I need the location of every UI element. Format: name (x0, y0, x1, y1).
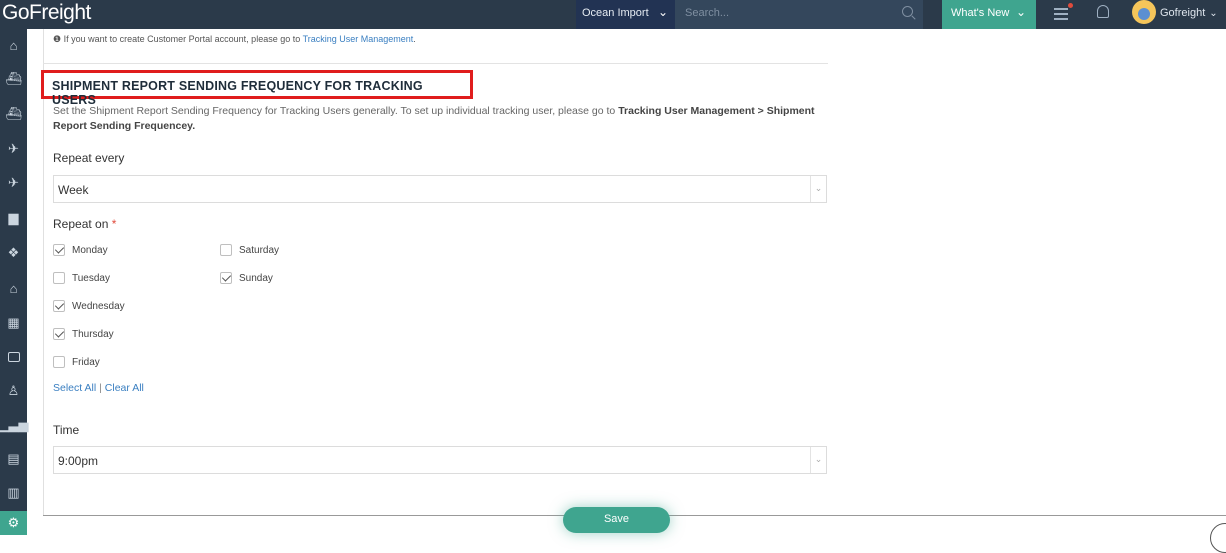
briefcase-icon[interactable] (0, 345, 27, 369)
checkbox-tuesday[interactable]: Tuesday (53, 272, 110, 284)
time-value: 9:00pm (58, 454, 99, 468)
app-logo[interactable]: GoFreight (2, 1, 91, 25)
report-chart-icon[interactable]: ▁▃▅ (0, 413, 29, 437)
document-icon[interactable]: ▤ (0, 447, 27, 471)
checkbox-wednesday[interactable]: Wednesday (53, 300, 125, 312)
checkbox-box[interactable] (53, 300, 65, 312)
checkbox-label: Thursday (72, 328, 114, 340)
checkbox-monday[interactable]: Monday (53, 244, 108, 256)
checkbox-thursday[interactable]: Thursday (53, 328, 114, 340)
building-icon[interactable]: ⌂ (0, 276, 27, 300)
checkbox-friday[interactable]: Friday (53, 356, 100, 368)
content-border (43, 29, 44, 516)
main-content: ❶ If you want to create Customer Portal … (41, 29, 1226, 533)
divider (43, 63, 828, 64)
time-select[interactable]: 9:00pm ⌄ (53, 446, 827, 474)
repeat-on-text: Repeat on (53, 217, 109, 231)
bell-icon[interactable] (1097, 5, 1109, 18)
username-label: Gofreight (1160, 7, 1206, 19)
gear-icon[interactable]: ⚙ (0, 511, 27, 535)
calculator-icon[interactable]: ▦ (0, 311, 27, 335)
chevron-down-icon: ⌄ (1015, 5, 1026, 19)
chevron-down-icon[interactable]: ⌄ (810, 176, 826, 202)
search-box[interactable]: Search... (675, 0, 923, 29)
chevron-down-icon: ⌄ (657, 5, 668, 19)
chevron-down-icon[interactable]: ⌄ (810, 447, 826, 473)
checkbox-box[interactable] (220, 272, 232, 284)
sidebar: ⌂ ⛴ ⛴ ✈ ✈ ▆ ❖ ⌂ ▦ ♙ ▁▃▅ ▤ ▥ ⚙ (0, 29, 29, 535)
checkbox-label: Monday (72, 244, 108, 256)
checkbox-sunday[interactable]: Sunday (220, 272, 273, 284)
search-input[interactable]: Search... (685, 7, 729, 19)
repeat-every-label: Repeat every (53, 151, 125, 165)
chevron-down-icon: ⌄ (1209, 8, 1218, 19)
book-icon[interactable]: ▥ (0, 481, 27, 505)
description-text: Set the Shipment Report Sending Frequenc… (53, 105, 619, 117)
repeat-every-select[interactable]: Week ⌄ (53, 175, 827, 203)
checkbox-label: Friday (72, 356, 100, 368)
mode-label: Ocean Import (582, 7, 649, 19)
clear-all-link[interactable]: Clear All (105, 382, 144, 394)
select-all-link[interactable]: Select All (53, 382, 96, 394)
home-icon[interactable]: ⌂ (0, 33, 27, 57)
required-marker: * (111, 217, 117, 231)
info-icon: ❶ (53, 34, 62, 44)
notification-dot (1068, 3, 1073, 8)
checkbox-label: Wednesday (72, 300, 125, 312)
repeat-every-value: Week (58, 183, 89, 197)
search-icon[interactable] (902, 6, 913, 17)
notice-suffix: . (413, 34, 416, 44)
checkbox-saturday[interactable]: Saturday (220, 244, 279, 256)
checkbox-label: Saturday (239, 244, 280, 256)
whats-new-label: What's New (951, 7, 1010, 19)
save-button[interactable]: Save (563, 507, 670, 533)
contacts-icon[interactable]: ♙ (0, 379, 27, 403)
section-description: Set the Shipment Report Sending Frequenc… (53, 104, 828, 134)
repeat-on-label: Repeat on * (53, 217, 116, 231)
notice-text: If you want to create Customer Portal ac… (63, 34, 303, 44)
whats-new-button[interactable]: What's New ⌄ (942, 0, 1036, 29)
checkbox-box[interactable] (53, 244, 65, 256)
avatar[interactable] (1132, 0, 1156, 24)
separator: | (99, 382, 102, 394)
checkbox-box[interactable] (53, 272, 65, 284)
ocean-export-icon[interactable]: ⛴ (0, 67, 27, 91)
tracking-user-management-link[interactable]: Tracking User Management (303, 34, 414, 44)
checkbox-box[interactable] (220, 244, 232, 256)
portal-notice: ❶ If you want to create Customer Portal … (53, 34, 416, 45)
top-navbar: GoFreight Ocean Import ⌄ Search... What'… (0, 0, 1226, 29)
checkbox-label: Sunday (239, 272, 273, 284)
mode-selector[interactable]: Ocean Import ⌄ (576, 0, 675, 29)
truck-icon[interactable]: ▆ (0, 206, 27, 230)
select-links: Select All | Clear All (53, 382, 144, 394)
task-list-icon[interactable] (1054, 8, 1068, 20)
section-title: SHIPMENT REPORT SENDING FREQUENCY FOR TR… (41, 70, 473, 107)
time-label: Time (53, 423, 80, 437)
warehouse-icon[interactable]: ❖ (0, 241, 27, 265)
checkbox-box[interactable] (53, 328, 65, 340)
ocean-import-icon[interactable]: ⛴ (0, 102, 27, 126)
checkbox-box[interactable] (53, 356, 65, 368)
air-import-icon[interactable]: ✈ (0, 171, 27, 195)
checkbox-label: Tuesday (72, 272, 110, 284)
air-export-icon[interactable]: ✈ (0, 137, 27, 161)
user-menu[interactable]: Gofreight ⌄ (1160, 7, 1218, 19)
